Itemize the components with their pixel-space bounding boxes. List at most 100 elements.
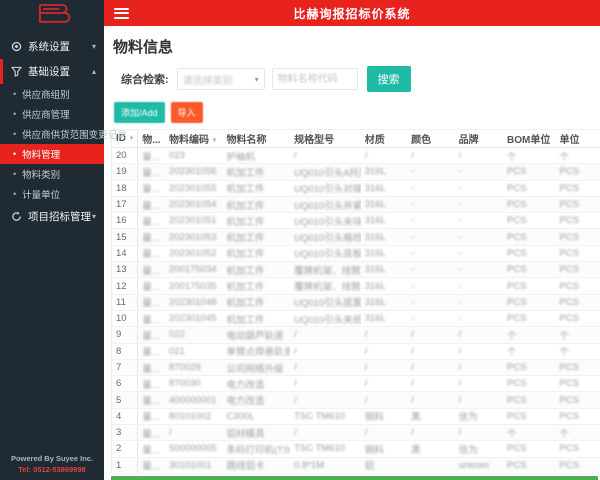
bullet-icon: •: [13, 169, 17, 179]
sidebar-section-0[interactable]: 系统设置 ▾: [0, 34, 104, 59]
table-cell: 200175034: [164, 261, 223, 279]
import-button[interactable]: 导入: [170, 102, 203, 123]
table-cell: PCS: [503, 310, 556, 328]
table-row[interactable]: 14 量... 202301052 机加工件 UQ010引头底板.. 316L - - PCS P…: [111, 245, 600, 263]
table-cell: 量...: [137, 277, 165, 295]
sidebar-item[interactable]: • 计量单位: [0, 184, 104, 204]
column-header[interactable]: 物料编码 ▲ ▼: [164, 129, 223, 148]
table-row[interactable]: 3 量... / 铝材模具 / / / / 个个: [111, 424, 600, 442]
table-cell: 202301051: [164, 212, 223, 230]
table-cell: 机加工件: [222, 294, 291, 311]
table-cell: 量...: [137, 359, 165, 377]
search-button[interactable]: 搜索: [366, 66, 411, 92]
table-cell: 量...: [137, 228, 165, 246]
bullet-icon: •: [13, 109, 17, 119]
table-cell: /: [407, 343, 455, 360]
table-cell: /: [360, 326, 408, 344]
table-cell: /: [407, 326, 455, 344]
sidebar-item[interactable]: • 物料管理: [0, 144, 104, 164]
table-row[interactable]: 12 量... 200175035 机加工件 覆牌机架、线臂.. 316L - - PCS PCS: [111, 277, 600, 295]
table-cell: -: [407, 261, 455, 279]
table-cell: 量...: [137, 408, 165, 426]
table-cell: 公司网络升级: [222, 359, 291, 377]
table-row[interactable]: 18 量... 202301055 机加工件 UQ010引头对接.. 316L - - PCS P…: [111, 180, 600, 197]
table-cell: 量...: [137, 245, 165, 263]
sidebar: 系统设置 ▾ 基础设置 ▴ • 供应商组别 • 供应商管理 • 供应商供货范围变更记录 • 物料管理 •…: [0, 0, 127, 480]
table-cell: 316L: [360, 180, 408, 197]
sidebar-item[interactable]: • 供应商供货范围变更记录: [0, 124, 127, 144]
column-header: BOM单位: [503, 129, 556, 148]
table-row[interactable]: 10 量... 202301045 机加工件 UQ010引头夹纸.. 316L - - PCS P…: [111, 310, 600, 328]
table-row[interactable]: 13 量... 200175034 机加工件 覆牌机架、线臂.. 316L - - PCS PCS: [111, 261, 600, 279]
table-cell: 022: [164, 326, 223, 344]
filter-icon: [9, 66, 23, 78]
table-cell: 护袖机: [222, 147, 291, 165]
sidebar-section-2[interactable]: 项目招标管理 ▾: [0, 204, 104, 229]
sort-icon[interactable]: ▲ ▼: [212, 136, 217, 143]
table-cell: 量...: [137, 294, 165, 311]
table-row[interactable]: 6 量... 870030 电力改造 / / / / PCS PCS: [111, 375, 600, 393]
table-cell: 4: [111, 408, 139, 426]
table-row[interactable]: 9 量... 022 电动葫芦轨道 / / / / 个个: [111, 326, 600, 344]
table-row[interactable]: 15 量... 202301053 机加工件 UQ010引头格挡.. 316L - - PCS P…: [111, 228, 600, 246]
table-cell: PCS: [503, 261, 556, 279]
table-row[interactable]: 19量...202301056机加工件UQ010引头A托架..316L--PCS…: [111, 163, 600, 181]
sidebar-item[interactable]: • 供应商组别: [0, 84, 104, 104]
table-cell: /: [360, 375, 408, 393]
table-row[interactable]: 1 量... 30101001 跳线铝卡 0.8*1M 铝 unicom PCS PCS: [111, 457, 600, 474]
sidebar-footer: Powered By Suyee Inc. Tel: 0512-53869998: [0, 453, 104, 476]
table-cell: /: [407, 424, 455, 442]
table-row[interactable]: 5 量... 400000001 电力改造 / / / / PCS PCS: [111, 391, 600, 409]
table-cell: 2: [111, 440, 139, 458]
table-cell: -: [407, 245, 455, 263]
table-cell: PCS: [503, 163, 556, 181]
keyword-input[interactable]: [272, 69, 357, 89]
table-cell: 机加工件: [222, 228, 291, 246]
add-button[interactable]: 添加/Add: [114, 102, 165, 123]
sync-icon: [9, 211, 23, 223]
hamburger-menu-icon[interactable]: [114, 5, 129, 21]
app-title: 比赫询报招标价系统: [293, 6, 411, 21]
table-cell: unicom: [454, 457, 504, 474]
horizontal-scrollbar-thumb[interactable]: [111, 475, 599, 480]
table-cell: 覆牌机架、线臂..: [290, 277, 361, 295]
sidebar-item[interactable]: • 供应商管理: [0, 104, 104, 124]
table-cell: 202301045: [164, 310, 223, 328]
table-cell: UQ010引头并紧..: [290, 196, 361, 214]
sidebar-section-1[interactable]: 基础设置 ▴: [0, 59, 104, 84]
table-cell: 13: [111, 261, 139, 279]
column-header: 物料名称: [222, 129, 291, 148]
table-cell: -: [454, 228, 504, 246]
category-select[interactable]: 请选择类别 ▾: [176, 68, 265, 90]
table-row[interactable]: 8量...021单臂点焊悬轨支架////个个: [111, 343, 600, 360]
table-cell: 316L: [360, 228, 408, 246]
table-cell: PCS: [555, 408, 600, 426]
table-cell: 机加工件: [222, 196, 291, 214]
table-row[interactable]: 2量...500000005条码打印机(TSC)TSC TM610钢料黑信为PC…: [111, 440, 600, 458]
table-cell: 个: [503, 343, 556, 360]
table-row[interactable]: 17 量... 202301054 机加工件 UQ010引头并紧.. 316L - - PCS P…: [111, 196, 600, 214]
table-row[interactable]: 20 量... 023 护袖机 / / / / 个个: [111, 147, 600, 165]
table-row[interactable]: 7 量... 870029 公司网络升级 / / / / PCS PCS: [111, 359, 600, 377]
table-cell: 信为: [454, 408, 504, 426]
table-cell: PCS: [555, 163, 600, 181]
table-row[interactable]: 11 量... 202301048 机加工件 UQ010引头底案.. 316L - - PCS P…: [111, 294, 600, 311]
table-cell: 500000005: [164, 440, 223, 458]
table-cell: 钢料: [360, 440, 408, 458]
chevron-down-icon: ▾: [91, 42, 96, 51]
table-cell: 023: [164, 147, 223, 165]
column-header: 规格型号: [290, 129, 361, 148]
table-cell: -: [407, 294, 455, 311]
table-cell: PCS: [555, 228, 600, 246]
table-cell: PCS: [503, 245, 556, 263]
table-cell: 机加工件: [222, 245, 291, 263]
sidebar-item[interactable]: • 物料类别: [0, 164, 104, 184]
table-row[interactable]: 16 量... 202301051 机加工件 UQ010引头夹块.. 316L - - PCS P…: [111, 212, 600, 230]
table-cell: -: [454, 261, 504, 279]
table-cell: 机加工件: [222, 277, 291, 295]
sort-icon[interactable]: ▲ ▼: [129, 134, 134, 141]
table-row[interactable]: 4 量... 80101002 C300L TSC TM610 钢料黑信为 PCS PCS: [111, 408, 600, 426]
table-body: 20 量... 023 护袖机 / / / / 个个 19 量... 202301056 机加工件 UQ0…: [111, 147, 600, 474]
table-cell: /: [360, 424, 408, 442]
table-cell: PCS: [503, 277, 556, 295]
